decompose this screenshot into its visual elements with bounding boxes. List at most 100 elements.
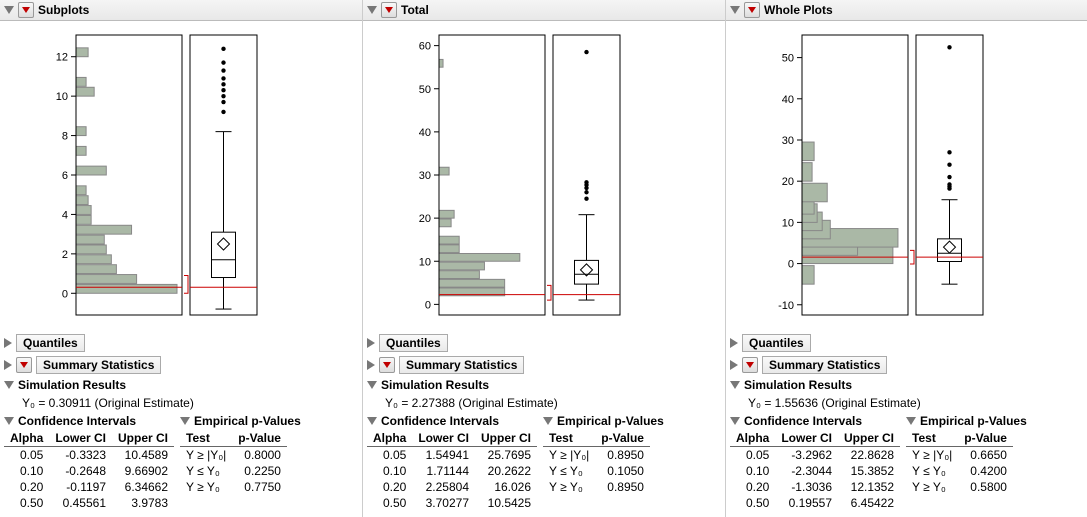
ci-cell: 6.34662 bbox=[112, 479, 174, 495]
ci-cell: 1.71144 bbox=[412, 463, 475, 479]
ci-cell: 0.20 bbox=[4, 479, 49, 495]
ci-cell: 2.25804 bbox=[412, 479, 475, 495]
disclosure-icon[interactable] bbox=[4, 338, 12, 348]
pv-header[interactable]: Empirical p-Values bbox=[906, 414, 1027, 428]
ci-title: Confidence Intervals bbox=[18, 414, 136, 428]
menu-button[interactable] bbox=[379, 357, 395, 373]
table-row: Y ≤ Y₀0.2250 bbox=[180, 463, 287, 479]
simresults-label: Simulation Results bbox=[18, 378, 126, 392]
disclosure-icon[interactable] bbox=[367, 381, 377, 389]
panel-header[interactable]: Whole Plots bbox=[726, 0, 1087, 21]
disclosure-icon[interactable] bbox=[906, 417, 916, 425]
original-estimate: Y₀ = 0.30911 (Original Estimate) bbox=[0, 394, 362, 414]
pv-cell: Y ≥ Y₀ bbox=[180, 479, 232, 495]
summary-section[interactable]: Summary Statistics bbox=[726, 354, 1087, 376]
disclosure-icon[interactable] bbox=[730, 6, 740, 14]
svg-text:6: 6 bbox=[62, 170, 68, 182]
pv-title: Empirical p-Values bbox=[557, 414, 664, 428]
quantiles-label: Quantiles bbox=[742, 334, 811, 352]
disclosure-icon[interactable] bbox=[367, 338, 375, 348]
ci-cell: 6.45422 bbox=[838, 495, 900, 511]
menu-button[interactable] bbox=[16, 357, 32, 373]
disclosure-icon[interactable] bbox=[730, 360, 738, 370]
table-row: 0.05-0.332310.4589 bbox=[4, 447, 174, 464]
original-estimate: Y₀ = 2.27388 (Original Estimate) bbox=[363, 394, 725, 414]
panel-header[interactable]: Total bbox=[363, 0, 725, 21]
ci-col-header: Alpha bbox=[4, 430, 49, 447]
distribution-chart: -1001020304050 bbox=[726, 21, 1087, 332]
ci-cell: 0.10 bbox=[367, 463, 412, 479]
menu-button[interactable] bbox=[18, 2, 34, 18]
disclosure-icon[interactable] bbox=[543, 417, 553, 425]
summary-section[interactable]: Summary Statistics bbox=[363, 354, 725, 376]
disclosure-icon[interactable] bbox=[4, 6, 14, 14]
panel-header[interactable]: Subplots bbox=[0, 0, 362, 21]
disclosure-icon[interactable] bbox=[367, 6, 377, 14]
table-row: Y ≤ Y₀0.1050 bbox=[543, 463, 650, 479]
menu-button[interactable] bbox=[742, 357, 758, 373]
menu-button[interactable] bbox=[381, 2, 397, 18]
menu-button[interactable] bbox=[744, 2, 760, 18]
pv-cell: Y ≥ |Y₀| bbox=[180, 447, 232, 464]
pv-col-header: Test bbox=[543, 430, 595, 447]
quantiles-section[interactable]: Quantiles bbox=[0, 332, 362, 354]
simresults-section[interactable]: Simulation Results bbox=[0, 376, 362, 394]
svg-text:20: 20 bbox=[782, 176, 794, 188]
disclosure-icon[interactable] bbox=[367, 360, 375, 370]
ci-cell: 0.50 bbox=[4, 495, 49, 511]
ci-cell: 0.50 bbox=[367, 495, 412, 511]
pv-cell: 0.8950 bbox=[595, 447, 650, 464]
pv-header[interactable]: Empirical p-Values bbox=[180, 414, 301, 428]
table-row: 0.10-2.304415.3852 bbox=[730, 463, 900, 479]
simresults-section[interactable]: Simulation Results bbox=[726, 376, 1087, 394]
ci-header[interactable]: Confidence Intervals bbox=[730, 414, 900, 428]
ci-col-header: Upper CI bbox=[112, 430, 174, 447]
pv-header[interactable]: Empirical p-Values bbox=[543, 414, 664, 428]
summary-label: Summary Statistics bbox=[762, 356, 887, 374]
quantiles-label: Quantiles bbox=[379, 334, 448, 352]
ci-col-header: Alpha bbox=[730, 430, 775, 447]
ci-cell: 16.026 bbox=[475, 479, 537, 495]
disclosure-icon[interactable] bbox=[730, 338, 738, 348]
pv-cell: 0.8950 bbox=[595, 479, 650, 495]
svg-text:8: 8 bbox=[62, 131, 68, 143]
table-row: Y ≥ Y₀0.8950 bbox=[543, 479, 650, 495]
disclosure-icon[interactable] bbox=[730, 417, 740, 425]
ci-table: AlphaLower CIUpper CI0.051.5494125.76950… bbox=[367, 430, 537, 511]
ci-cell: -3.2962 bbox=[775, 447, 838, 464]
svg-text:60: 60 bbox=[419, 41, 431, 53]
ci-cell: -0.2648 bbox=[49, 463, 112, 479]
svg-text:4: 4 bbox=[62, 209, 68, 221]
svg-text:20: 20 bbox=[419, 213, 431, 225]
pv-cell: 0.5800 bbox=[958, 479, 1013, 495]
ci-header[interactable]: Confidence Intervals bbox=[367, 414, 537, 428]
pv-col-header: p-Value bbox=[958, 430, 1013, 447]
pv-col-header: p-Value bbox=[595, 430, 650, 447]
disclosure-icon[interactable] bbox=[4, 417, 14, 425]
simresults-label: Simulation Results bbox=[381, 378, 489, 392]
pv-col-header: Test bbox=[180, 430, 232, 447]
svg-text:40: 40 bbox=[419, 127, 431, 139]
pv-cell: Y ≤ Y₀ bbox=[906, 463, 958, 479]
disclosure-icon[interactable] bbox=[4, 360, 12, 370]
table-row: Y ≥ Y₀0.5800 bbox=[906, 479, 1013, 495]
pv-cell: 0.4200 bbox=[958, 463, 1013, 479]
ci-col-header: Upper CI bbox=[475, 430, 537, 447]
summary-section[interactable]: Summary Statistics bbox=[0, 354, 362, 376]
svg-text:30: 30 bbox=[782, 135, 794, 147]
disclosure-icon[interactable] bbox=[4, 381, 14, 389]
ci-col-header: Alpha bbox=[367, 430, 412, 447]
ci-cell: 10.5425 bbox=[475, 495, 537, 511]
disclosure-icon[interactable] bbox=[367, 417, 377, 425]
quantiles-section[interactable]: Quantiles bbox=[726, 332, 1087, 354]
ci-cell: 12.1352 bbox=[838, 479, 900, 495]
disclosure-icon[interactable] bbox=[730, 381, 740, 389]
disclosure-icon[interactable] bbox=[180, 417, 190, 425]
table-row: 0.202.2580416.026 bbox=[367, 479, 537, 495]
table-row: Y ≥ |Y₀|0.8950 bbox=[543, 447, 650, 464]
ci-col-header: Lower CI bbox=[49, 430, 112, 447]
ci-header[interactable]: Confidence Intervals bbox=[4, 414, 174, 428]
table-row: Y ≥ |Y₀|0.8000 bbox=[180, 447, 287, 464]
simresults-section[interactable]: Simulation Results bbox=[363, 376, 725, 394]
quantiles-section[interactable]: Quantiles bbox=[363, 332, 725, 354]
